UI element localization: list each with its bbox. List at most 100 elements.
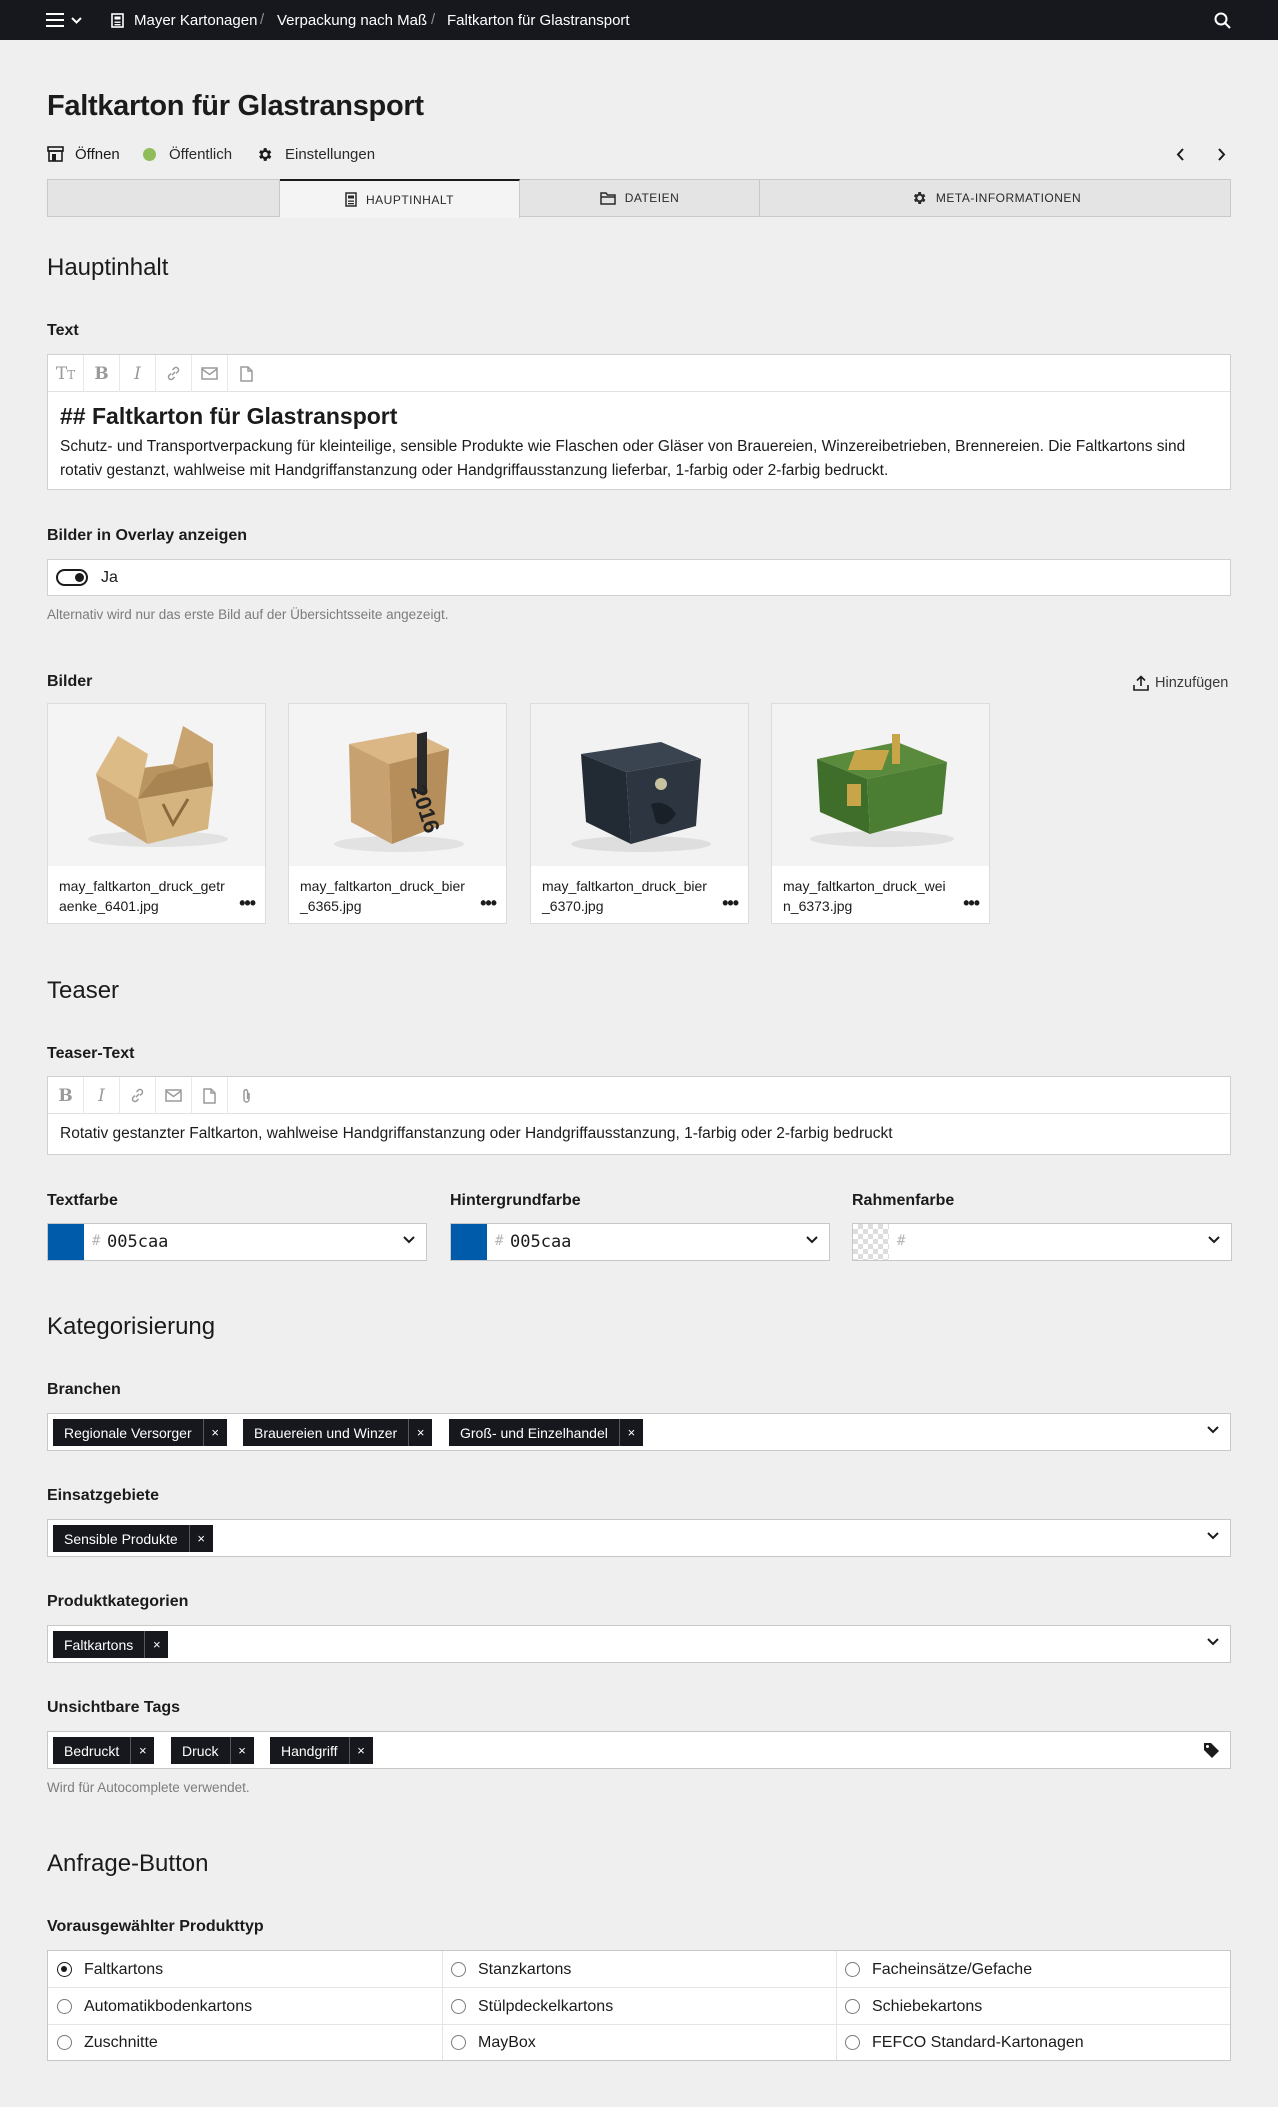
prev-page-button[interactable] <box>1176 143 1185 165</box>
tab-hauptinhalt[interactable]: HAUPTINHALT <box>280 179 520 218</box>
remove-tag-button[interactable]: × <box>348 1737 373 1764</box>
teaser-text-editor[interactable]: B I Rotativ gestanzter Faltkarton, wahlw… <box>47 1076 1231 1155</box>
document-icon <box>345 192 357 207</box>
radio-option-maybox[interactable]: MayBox <box>442 2024 536 2061</box>
more-options-button[interactable]: ••• <box>239 894 256 912</box>
storefront-icon <box>47 146 64 162</box>
tab-meta-informationen[interactable]: META-INFORMATIONEN <box>760 179 1232 217</box>
radio-button[interactable] <box>451 2035 466 2050</box>
gear-icon <box>259 147 272 161</box>
einsatzgebiete-select[interactable]: Sensible Produkte × <box>47 1519 1231 1557</box>
file-icon <box>239 365 253 382</box>
color-swatch[interactable] <box>48 1224 84 1260</box>
text-color-picker[interactable]: # 005caa <box>47 1223 427 1261</box>
radio-option-stuelpdeckelkartons[interactable]: Stülpdeckelkartons <box>442 1988 613 2025</box>
branchen-select[interactable]: Regionale Versorger × Brauereien und Winz… <box>47 1413 1231 1451</box>
add-image-button[interactable]: Hinzufügen <box>1133 675 1228 691</box>
more-options-button[interactable]: ••• <box>480 894 497 912</box>
status-label: Öffentlich <box>169 145 233 163</box>
radio-button[interactable] <box>845 2035 860 2050</box>
email-button[interactable] <box>156 1077 192 1114</box>
radio-button[interactable] <box>57 1999 72 2014</box>
color-value[interactable]: 005caa <box>510 1232 571 1252</box>
color-swatch[interactable] <box>451 1224 487 1260</box>
radio-button[interactable] <box>845 1999 860 2014</box>
image-thumbnail[interactable] <box>48 704 265 866</box>
radio-button-selected[interactable] <box>57 1962 72 1977</box>
document-link-button[interactable] <box>228 355 264 392</box>
italic-button[interactable]: I <box>84 1077 120 1114</box>
upload-icon <box>1133 675 1149 691</box>
images-label: Bilder <box>47 673 93 690</box>
image-card[interactable]: may_faltkarton_druck_wein_6373.jpg ••• <box>771 703 990 924</box>
menu-toggle[interactable] <box>46 0 82 40</box>
tab-spacer <box>48 179 280 217</box>
radio-option-facheinsaetze[interactable]: Facheinsätze/Gefache <box>836 1951 1032 1988</box>
text-editor[interactable]: TT B I ## Faltkarton für Glastransport S… <box>47 354 1231 490</box>
tab-dateien[interactable]: DATEIEN <box>520 179 760 217</box>
radio-option-automatikbodenkartons[interactable]: Automatikbodenkartons <box>48 1988 252 2025</box>
link-button[interactable] <box>156 355 192 392</box>
text-format-button[interactable]: TT <box>48 355 84 392</box>
more-options-button[interactable]: ••• <box>722 894 739 912</box>
settings-button[interactable]: Einstellungen <box>256 143 375 165</box>
more-options-button[interactable]: ••• <box>963 894 980 912</box>
unsichtbare-tags-input[interactable]: Bedruckt × Druck × Handgriff × <box>47 1731 1231 1769</box>
background-color-picker[interactable]: # 005caa <box>450 1223 830 1261</box>
radio-option-faltkartons[interactable]: Faltkartons <box>48 1951 163 1988</box>
color-swatch[interactable] <box>853 1224 889 1260</box>
produkttyp-label: Vorausgewählter Produkttyp <box>47 1918 264 1935</box>
section-title-anfrage-button: Anfrage-Button <box>47 1850 209 1877</box>
radio-option-zuschnitte[interactable]: Zuschnitte <box>48 2024 158 2061</box>
bold-button[interactable]: B <box>84 355 120 392</box>
remove-tag-button[interactable]: × <box>408 1419 432 1446</box>
radio-option-fefco[interactable]: FEFCO Standard-Kartonagen <box>836 2024 1084 2061</box>
radio-option-stanzkartons[interactable]: Stanzkartons <box>442 1951 571 1988</box>
breadcrumb: Mayer Kartonagen <box>111 0 257 40</box>
radio-button[interactable] <box>451 1999 466 2014</box>
image-card[interactable]: 2016 may_faltkarton_druck_bier_6365.jpg … <box>288 703 507 924</box>
remove-tag-button[interactable]: × <box>618 1419 643 1446</box>
document-link-button[interactable] <box>192 1077 228 1114</box>
image-filename: may_faltkarton_druck_getraenke_6401.jpg <box>59 878 225 914</box>
chevron-left-icon <box>1176 147 1184 161</box>
remove-tag-button[interactable]: × <box>229 1737 254 1764</box>
image-thumbnail[interactable] <box>772 704 989 866</box>
produktkategorien-select[interactable]: Faltkartons × <box>47 1625 1231 1663</box>
bold-icon: B <box>94 363 109 384</box>
border-color-picker[interactable]: # <box>852 1223 1232 1261</box>
image-card[interactable]: may_faltkarton_druck_bier_6370.jpg ••• <box>530 703 749 924</box>
overlay-help-text: Alternativ wird nur das erste Bild auf d… <box>47 607 449 622</box>
tag-icon <box>1204 1743 1219 1758</box>
attachment-button[interactable] <box>228 1077 264 1114</box>
chevron-down-icon <box>403 1236 415 1244</box>
link-button[interactable] <box>120 1077 156 1114</box>
radio-option-schiebekartons[interactable]: Schiebekartons <box>836 1988 982 2025</box>
remove-tag-button[interactable]: × <box>144 1631 168 1658</box>
unsichtbare-tags-help-text: Wird für Autocomplete verwendet. <box>47 1780 250 1795</box>
overlay-toggle[interactable] <box>56 569 88 586</box>
radio-button[interactable] <box>451 1962 466 1977</box>
visibility-status[interactable]: Öffentlich <box>143 143 232 165</box>
remove-tag-button[interactable]: × <box>202 1419 227 1446</box>
email-button[interactable] <box>192 355 228 392</box>
remove-tag-button[interactable]: × <box>188 1525 213 1552</box>
italic-button[interactable]: I <box>120 355 156 392</box>
tab-label: DATEIEN <box>624 191 680 205</box>
breadcrumb-separator: / <box>260 11 265 28</box>
image-card[interactable]: may_faltkarton_druck_getraenke_6401.jpg … <box>47 703 266 924</box>
breadcrumb-item-site[interactable]: Mayer Kartonagen <box>134 12 257 29</box>
add-image-label: Hinzufügen <box>1155 675 1229 691</box>
breadcrumb-item-category[interactable]: Verpackung nach Maß <box>277 12 427 29</box>
image-thumbnail[interactable] <box>531 704 748 866</box>
color-value[interactable]: 005caa <box>107 1232 168 1252</box>
remove-tag-button[interactable]: × <box>130 1737 154 1764</box>
image-thumbnail[interactable]: 2016 <box>289 704 506 866</box>
next-page-button[interactable] <box>1217 143 1226 165</box>
bold-button[interactable]: B <box>48 1077 84 1114</box>
radio-button[interactable] <box>845 1962 860 1977</box>
bold-icon: B <box>58 1085 73 1106</box>
open-button[interactable]: Öffnen <box>47 143 120 165</box>
radio-button[interactable] <box>57 2035 72 2050</box>
search-button[interactable] <box>1214 0 1231 40</box>
